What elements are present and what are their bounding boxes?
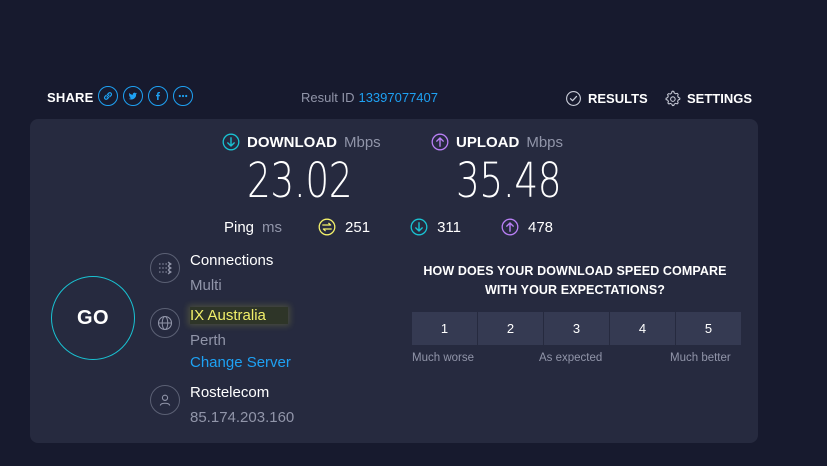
gear-icon — [665, 90, 681, 107]
check-circle-icon — [566, 91, 581, 106]
result-id: Result ID 13397077407 — [301, 90, 438, 105]
connections-title: Connections — [190, 252, 274, 269]
rating-option-1[interactable]: 1 — [412, 312, 477, 345]
connections-icon[interactable] — [150, 253, 180, 283]
result-id-label: Result ID — [301, 90, 355, 105]
top-bar: SHARE Result ID 13397077407 RESULTS SETTI… — [0, 84, 827, 112]
globe-icon — [150, 308, 180, 338]
download-speed: 23.02 — [247, 153, 353, 209]
server-location: Perth — [190, 332, 226, 349]
upload-arrow-icon — [431, 133, 449, 151]
rating-option-2[interactable]: 2 — [478, 312, 543, 345]
results-button[interactable]: RESULTS — [565, 90, 648, 107]
ping-idle-value: 251 — [345, 218, 371, 236]
rating-option-3[interactable]: 3 — [544, 312, 609, 345]
download-unit: Mbps — [344, 133, 381, 151]
settings-button[interactable]: SETTINGS — [664, 90, 752, 107]
upload-unit: Mbps — [526, 133, 564, 151]
idle-ping-icon — [318, 218, 336, 236]
ping-upload-value: 478 — [527, 218, 554, 236]
connections-value: Multi — [190, 277, 222, 294]
provider-name: Rostelecom — [190, 384, 270, 401]
ping-download-value: 311 — [437, 218, 461, 236]
upload-label: UPLOAD — [456, 133, 520, 151]
ping-idle: 251 — [318, 218, 370, 236]
ping-label: Ping — [224, 218, 255, 236]
user-icon — [150, 385, 180, 415]
survey-question: HOW DOES YOUR DOWNLOAD SPEED COMPARE WIT… — [410, 262, 740, 300]
result-id-link[interactable]: 13397077407 — [358, 90, 438, 105]
facebook-icon[interactable] — [148, 86, 168, 106]
share-label: SHARE — [47, 90, 94, 105]
ping-row: Ping ms 251 311 478 — [224, 218, 593, 236]
change-server-link[interactable]: Change Server — [190, 354, 291, 371]
ping-unit: ms — [262, 218, 283, 236]
upload-ping-icon — [501, 218, 519, 236]
server-name: IX Australia — [190, 307, 288, 324]
upload-header: UPLOAD Mbps — [431, 133, 563, 151]
rating-option-4[interactable]: 4 — [610, 312, 675, 345]
rating-scale: 1 2 3 4 5 — [412, 312, 741, 345]
rating-label-high: Much better — [670, 352, 731, 364]
rating-label-mid: As expected — [539, 352, 603, 364]
provider-ip: 85.174.203.160 — [190, 409, 295, 426]
results-panel: DOWNLOAD Mbps 23.02 UPLOAD Mbps 35.48 Pi… — [30, 119, 758, 443]
link-icon[interactable] — [98, 86, 118, 106]
go-button[interactable]: GO — [51, 276, 135, 360]
download-ping-icon — [410, 218, 428, 236]
results-label: RESULTS — [588, 91, 648, 106]
download-arrow-icon — [222, 133, 240, 151]
survey-question-line1: HOW DOES YOUR DOWNLOAD SPEED COMPARE — [423, 264, 727, 278]
rating-label-low: Much worse — [412, 352, 474, 364]
download-label: DOWNLOAD — [247, 133, 337, 151]
settings-label: SETTINGS — [687, 91, 753, 106]
share-icons — [98, 86, 193, 106]
twitter-icon[interactable] — [123, 86, 143, 106]
rating-option-5[interactable]: 5 — [676, 312, 741, 345]
upload-speed: 35.48 — [456, 153, 562, 209]
ping-download: 311 — [410, 218, 461, 236]
download-header: DOWNLOAD Mbps — [222, 133, 381, 151]
ping-upload: 478 — [501, 218, 553, 236]
server-name-text: IX Australia — [190, 307, 288, 324]
more-icon[interactable] — [173, 86, 193, 106]
survey-question-line2: WITH YOUR EXPECTATIONS? — [484, 283, 666, 297]
